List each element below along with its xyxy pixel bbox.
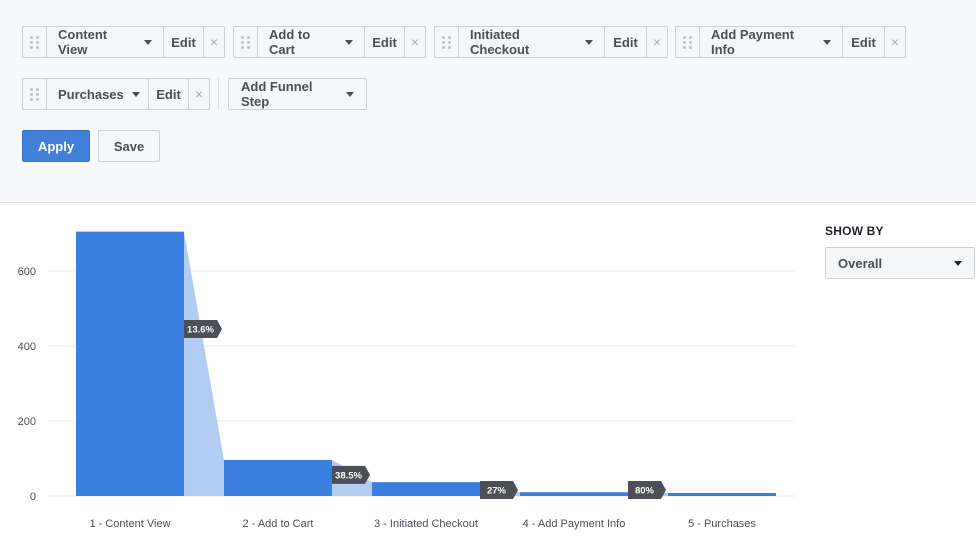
divider [218,78,219,110]
conversion-rate-label: 27% [487,486,507,497]
save-button[interactable]: Save [98,130,160,162]
apply-button[interactable]: Apply [22,130,90,162]
drag-handle-icon[interactable] [23,27,47,57]
step-name: Purchases [58,86,124,102]
add-funnel-step-label: Add Funnel Step [241,79,313,109]
drag-handle-icon[interactable] [676,27,700,57]
drag-handle-icon[interactable] [234,27,258,57]
drag-handle-icon[interactable] [23,79,47,109]
y-tick-label: 600 [18,266,36,278]
add-funnel-step-button[interactable]: Add Funnel Step [228,78,367,110]
step-name: Initiated Checkout [470,27,530,57]
step-name: Content View [58,27,108,57]
funnel-step-initiated-checkout: Initiated Checkout Edit × [434,26,668,58]
x-category-label: 3 - Initiated Checkout [374,518,478,530]
close-icon[interactable]: × [647,27,667,57]
step-name: Add Payment Info [711,27,795,57]
funnel-bar [520,492,628,496]
y-tick-label: 400 [18,341,36,353]
caret-down-icon [345,39,353,45]
edit-button[interactable]: Edit [149,79,189,109]
x-category-label: 1 - Content View [89,518,170,530]
step-dropdown[interactable]: Add Payment Info [700,27,843,57]
close-icon[interactable]: × [885,27,905,57]
step-dropdown[interactable]: Purchases [47,79,149,109]
x-category-label: 4 - Add Payment Info [523,518,626,530]
x-category-label: 2 - Add to Cart [243,518,314,530]
funnel-step-content-view: Content View Edit × [22,26,225,58]
edit-button[interactable]: Edit [164,27,204,57]
edit-button[interactable]: Edit [365,27,405,57]
funnel-step-purchases: Purchases Edit × [22,78,210,110]
funnel-bar [76,231,184,496]
funnel-bar [668,493,776,496]
caret-down-icon [144,39,152,45]
step-dropdown[interactable]: Content View [47,27,164,57]
step-dropdown[interactable]: Add to Cart [258,27,365,57]
caret-down-icon [346,91,354,97]
close-icon[interactable]: × [405,27,425,57]
funnel-step-add-payment-info: Add Payment Info Edit × [675,26,906,58]
funnel-chart: 0 200 400 600 13.6% 38.5% 27% 80% 1 - Content Vi… [18,231,795,530]
x-category-label: 5 - Purchases [688,518,756,530]
funnel-step-add-to-cart: Add to Cart Edit × [233,26,426,58]
funnel-bar [372,482,480,496]
y-tick-label: 0 [30,491,36,503]
y-tick-label: 200 [18,416,36,428]
funnel-editor-panel: Content View Edit × Add to Cart Edit × I… [0,0,976,203]
conversion-rate-label: 38.5% [335,470,362,481]
funnel-bar [224,460,332,496]
edit-button[interactable]: Edit [605,27,647,57]
caret-down-icon [954,260,962,266]
caret-down-icon [823,39,831,45]
close-icon[interactable]: × [204,27,224,57]
close-icon[interactable]: × [189,79,209,109]
step-name: Add to Cart [269,27,311,57]
caret-down-icon [131,91,140,97]
edit-button[interactable]: Edit [843,27,885,57]
conversion-rate-label: 80% [635,486,655,497]
show-by-label: SHOW BY [825,224,884,238]
caret-down-icon [585,39,593,45]
show-by-dropdown[interactable]: Overall [825,247,975,279]
drag-handle-icon[interactable] [435,27,459,57]
conversion-rate-label: 13.6% [187,324,214,335]
step-dropdown[interactable]: Initiated Checkout [459,27,605,57]
show-by-value: Overall [838,255,883,271]
